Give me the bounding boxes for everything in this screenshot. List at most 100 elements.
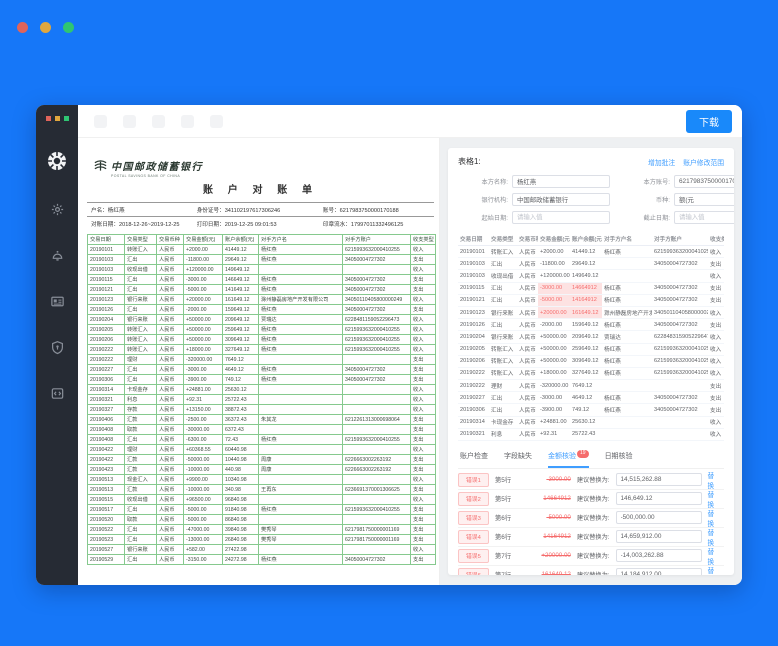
error-tag: 错误6 [458, 567, 489, 575]
bank-name-input[interactable] [512, 193, 610, 206]
column-header: 交易币种 [517, 232, 538, 246]
table-row: 20190205 转账汇入 人民币 +50000.00 259649.12 杨红燕 6215… [458, 343, 724, 356]
replace-link[interactable]: 替换 [708, 546, 715, 566]
gear-icon[interactable] [50, 202, 65, 222]
table-row: 20190321 利息 人民币 +92.31 25722.43 收入 [87, 394, 436, 405]
table-row: 20190204 银行来账 人民币 +50000.00 209649.12 贾瑞达 6228… [458, 330, 724, 344]
column-header: 对手方户名 [602, 232, 652, 246]
tab-amount-check[interactable]: 金额核验 19 [548, 449, 589, 468]
statement-info: 户名：杨红燕 身份证号：341102197617306246 账号：621798… [87, 202, 434, 230]
column-header: 交易日期 [458, 232, 489, 246]
replace-link[interactable]: 替换 [708, 489, 715, 509]
shield-icon[interactable] [50, 340, 65, 360]
app-sidebar [36, 105, 78, 585]
suggest-value-input[interactable] [615, 492, 702, 505]
maximize-icon[interactable] [63, 116, 69, 121]
error-item: 错误5 第7行 +20000.00 建议替换为: 替换 [458, 547, 724, 566]
error-item: 错误2 第5行 14664912 建议替换为: 替换 [458, 490, 724, 509]
owner-name-input[interactable] [512, 175, 610, 188]
statement-document: 中国邮政储蓄银行 POSTAL SAVINGS BANK OF CHINA 账 … [78, 138, 440, 585]
suggest-label: 建议替换为: [576, 534, 610, 541]
storage-icon[interactable] [50, 386, 65, 406]
check-tabs: 账户检查 字段缺失 金额核验 19 日期核验 [458, 446, 724, 469]
serial-number: 17997011332496125 [350, 222, 404, 228]
suggest-value-input[interactable] [615, 568, 702, 575]
error-old-value: -3000.00 [546, 476, 571, 483]
table-row: 20190527 银行来账 人民币 +582.00 27422.98 收入 [87, 544, 436, 555]
suggest-label: 建议替换为: [577, 570, 610, 575]
info-label: 账号： [322, 208, 340, 214]
account-scope-link[interactable]: 账户修改范围 [683, 157, 724, 167]
bell-icon[interactable] [50, 248, 65, 268]
toolbar-placeholder-icon [152, 114, 165, 128]
table-row: 20190522 汇出 人民币 -47000.00 39840.98 樊秀琴 6217981… [87, 524, 436, 535]
maximize-icon[interactable] [63, 22, 74, 33]
error-old-value: 161649.12 [541, 571, 571, 575]
info-label: 打印日期： [196, 222, 225, 228]
recognition-panel: 表格1: 增加批注 账户修改范围 本方名称: 本方账号: [440, 138, 742, 585]
id-number: 341102197617306246 [224, 208, 281, 214]
error-old-value: 14164912 [543, 533, 571, 540]
table-row: 20190121 汇出 人民币 -5000.00 141649.12 杨红燕 3405000… [87, 284, 436, 295]
tab-account-check[interactable]: 账户检查 [460, 449, 488, 468]
suggest-value-input[interactable] [615, 530, 702, 543]
start-date-input[interactable] [512, 211, 610, 224]
column-header: 收支类型 [410, 234, 436, 245]
id-card-icon[interactable] [50, 294, 65, 314]
tab-date-check[interactable]: 日期核验 [605, 449, 633, 468]
table-row: 20190123 银行来账 人民币 +20000.00 161649.12 滁州静磊房地产… [458, 306, 724, 320]
table-row: 20190115 汇出 人民币 -3000.00 14664912 杨红燕 34050004… [458, 282, 724, 295]
error-row-ref: 第7行 [495, 570, 521, 575]
panel-transactions: 交易日期交易类型交易币种交易金额(元)账户余额(元)对手方户名对手方账户收支类型… [458, 232, 724, 442]
close-icon[interactable] [17, 22, 28, 33]
replace-link[interactable]: 替换 [708, 527, 715, 547]
doc-table: 交易日期 交易类型 交易币种 交易金额(元) 账户余额(元) 对手方户名 对手方账户 收支类型… [87, 234, 436, 565]
replace-link[interactable]: 替换 [708, 470, 715, 490]
info-label: 对账日期： [91, 222, 119, 228]
postal-bank-logo-icon [94, 160, 107, 171]
table-row: 20190517 汇出 人民币 -5000.00 91840.98 杨红燕 62159936… [87, 504, 436, 515]
desktop-traffic-lights [17, 22, 74, 33]
print-date: 2019-12-25 09:01:53 [224, 222, 277, 228]
table-row: 20190103 收现出借 人民币 +120000.00 149649.12 收入 [458, 269, 724, 283]
table-row: 20190327 存款 人民币 +13150.00 38872.43 收入 [87, 404, 436, 415]
table-card: 表格1: 增加批注 账户修改范围 本方名称: 本方账号: [448, 148, 734, 575]
account-form: 本方名称: 本方账号: 银行机构: 币种: [458, 175, 734, 224]
statement-header: 中国邮政储蓄银行 POSTAL SAVINGS BANK OF CHINA 账 … [87, 158, 434, 230]
add-annotation-link[interactable]: 增加批注 [648, 157, 675, 167]
download-button[interactable]: 下载 [686, 109, 732, 133]
info-label: 户名： [91, 208, 108, 214]
minimize-icon[interactable] [40, 22, 51, 33]
error-row-ref: 第5行 [494, 477, 512, 484]
table-row: 20190408 汇出 人民币 -6300.00 72.43 杨红燕 62159936320… [87, 434, 436, 445]
table-row: 20190227 汇出 人民币 -3000.00 4649.12 杨红燕 340500047… [458, 391, 724, 405]
table-row: 20190101 转账汇入 人民币 +2000.00 41449.12 杨红燕 621599… [458, 245, 724, 259]
replace-link[interactable]: 替换 [708, 565, 715, 576]
minimize-icon[interactable] [54, 116, 60, 121]
bank-name-en: POSTAL SAVINGS BANK OF CHINA [111, 174, 181, 178]
suggest-label: 建议替换为: [576, 477, 610, 484]
column-header: 交易类型 [489, 232, 517, 246]
table-row: 20190103 汇出 人民币 -11800.00 29649.12 3405000472… [458, 257, 724, 271]
toolbar-placeholder-icon [94, 114, 107, 128]
close-icon[interactable] [45, 116, 51, 121]
tab-missing-fields[interactable]: 字段缺失 [504, 449, 532, 468]
currency-input[interactable] [674, 193, 734, 206]
suggest-value-input[interactable] [615, 511, 702, 524]
window-traffic-lights [45, 116, 69, 121]
table-row: 20190206 转账汇入 人民币 +50000.00 309649.12 杨红燕 6215… [458, 355, 724, 368]
suggest-label: 建议替换为: [576, 515, 610, 522]
suggest-value-input[interactable] [615, 473, 702, 486]
table-row: 20190306 汇出 人民币 -3900.00 749.12 杨红燕 3405000472… [458, 403, 724, 417]
statement-period: 2018-12-26~2019-12-25 [118, 222, 180, 228]
table-row: 20190126 汇出 人民币 -2000.00 159649.12 杨红燕 3405000… [458, 318, 724, 332]
toolbar-placeholder-icon [181, 114, 194, 128]
account-holder-name: 杨红燕 [107, 208, 125, 214]
account-number-input[interactable] [674, 175, 734, 188]
end-date-input[interactable] [674, 211, 734, 224]
column-header: 对手方账户 [342, 234, 411, 245]
table-row: 20190523 汇出 人民币 -13000.00 26840.98 樊秀琴 6217981… [87, 534, 436, 545]
field-label: 银行机构: [481, 197, 508, 204]
suggest-value-input[interactable] [615, 549, 702, 562]
replace-link[interactable]: 替换 [708, 508, 715, 528]
